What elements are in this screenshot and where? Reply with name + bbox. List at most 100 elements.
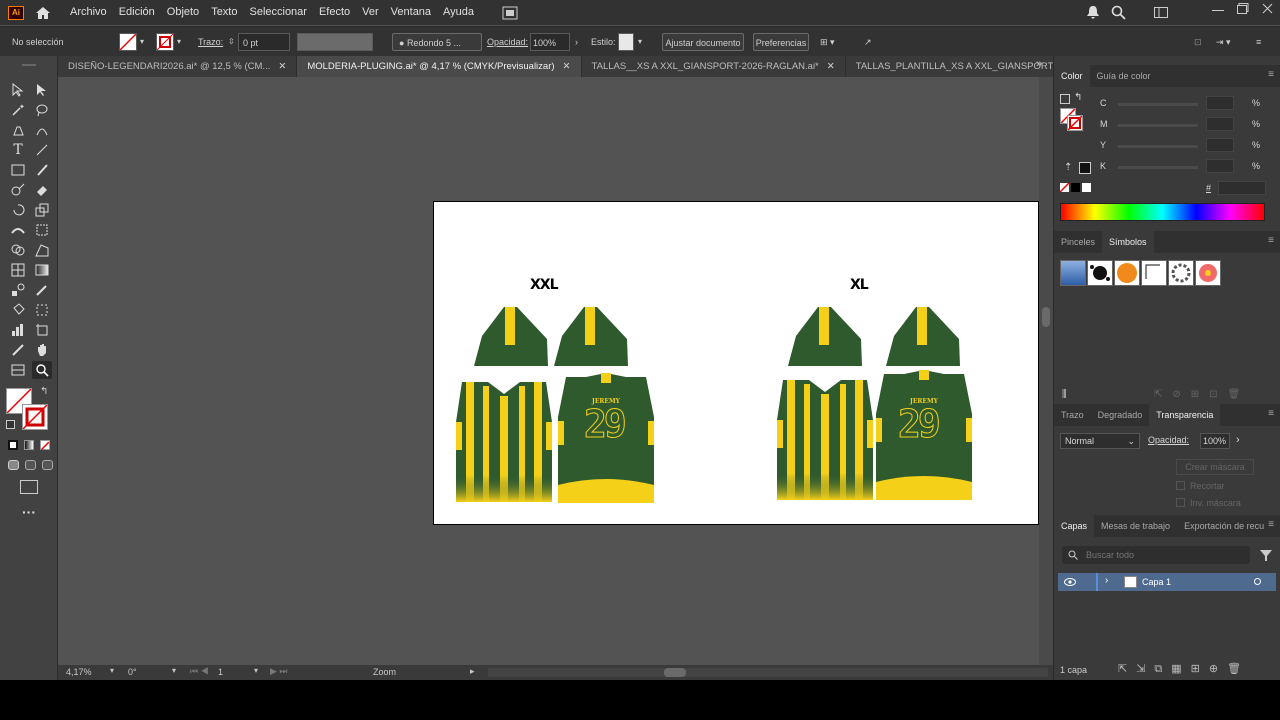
symbols-panel-menu-icon[interactable]: ≡ xyxy=(1268,235,1274,246)
artboard[interactable]: XXL XL JEREMY 29 JEREMY 29 xyxy=(433,201,1039,525)
symbol-blue-banner[interactable] xyxy=(1060,260,1086,286)
visibility-eye-icon[interactable] xyxy=(1064,578,1076,586)
draw-mode-icon[interactable] xyxy=(8,460,19,470)
symbol-flower[interactable] xyxy=(1195,260,1221,286)
status-menu-arrow-icon[interactable]: ▸ xyxy=(470,666,475,677)
menu-3[interactable]: Texto xyxy=(205,0,243,25)
magic-wand-icon[interactable]: ✦ xyxy=(8,101,28,119)
stroke-color-box[interactable] xyxy=(22,404,48,430)
selection-tool-icon[interactable] xyxy=(8,81,28,99)
channel-input-c[interactable] xyxy=(1206,96,1234,110)
first-artboard-icon[interactable]: ⏮ ◀ xyxy=(190,666,209,677)
scale-tool-icon[interactable] xyxy=(32,201,52,219)
vertical-scroll-thumb[interactable] xyxy=(1042,307,1050,327)
shaper-tool-icon[interactable] xyxy=(8,181,28,199)
menu-5[interactable]: Efecto xyxy=(313,0,356,25)
out-of-gamut-icon[interactable]: ⇡ xyxy=(1064,162,1072,173)
edit-toolbar-icon[interactable]: ··· xyxy=(22,504,36,520)
live-paint-bucket-icon[interactable] xyxy=(8,301,28,319)
menu-1[interactable]: Edición xyxy=(113,0,161,25)
gradient-mode-icon[interactable] xyxy=(24,440,34,450)
channel-slider-m[interactable] xyxy=(1118,124,1198,127)
zoom-chevron-icon[interactable]: ▾ xyxy=(110,666,114,675)
style-chevron-icon[interactable]: ▾ xyxy=(638,33,642,51)
eraser-tool-icon[interactable] xyxy=(32,181,52,199)
brush-dropdown[interactable]: ● Redondo 5 ... xyxy=(392,33,482,51)
menu-7[interactable]: Ventana xyxy=(385,0,437,25)
channel-slider-c[interactable] xyxy=(1118,103,1198,106)
layers-search[interactable] xyxy=(1062,546,1250,564)
channel-input-m[interactable] xyxy=(1206,117,1234,131)
panel-tab-1[interactable]: Símbolos xyxy=(1102,231,1154,253)
symbol-libraries-icon[interactable]: ⫼ xyxy=(1062,389,1067,400)
perspective-grid-tool-icon[interactable] xyxy=(32,241,52,259)
align-options-icon[interactable]: ⇥ ▾ xyxy=(1216,33,1231,51)
channel-slider-k[interactable] xyxy=(1118,166,1198,169)
color-panel-default-icon[interactable] xyxy=(1060,94,1070,104)
hex-input[interactable] xyxy=(1218,181,1266,195)
fill-dropdown-chevron-icon[interactable]: ▾ xyxy=(140,33,144,51)
layers-panel-menu-icon[interactable]: ≡ xyxy=(1268,519,1274,530)
clip-checkbox[interactable] xyxy=(1176,481,1185,490)
type-tool-icon[interactable]: T xyxy=(8,141,28,159)
panel-tab-1[interactable]: Guía de color xyxy=(1090,65,1158,87)
variable-width-profile[interactable] xyxy=(297,33,373,51)
print-tiling-icon[interactable] xyxy=(8,361,28,379)
close-tab-icon[interactable]: ✕ xyxy=(827,56,835,77)
color-mode-icon[interactable] xyxy=(8,440,18,450)
channel-input-k[interactable] xyxy=(1206,159,1234,173)
mesh-tool-icon[interactable] xyxy=(8,261,28,279)
menu-2[interactable]: Objeto xyxy=(161,0,205,25)
layer-actions-icons[interactable]: ⇱⇲⧉▦⊞⊕🗑 xyxy=(1118,662,1250,676)
curvature-tool-icon[interactable] xyxy=(32,121,52,139)
menu-0[interactable]: Archivo xyxy=(64,0,113,25)
panel-tab-2[interactable]: Exportación de recu xyxy=(1177,515,1271,537)
zoom-tool-icon[interactable] xyxy=(32,361,52,379)
adjust-document-button[interactable]: Ajustar documento xyxy=(662,33,744,51)
color-panel-stroke[interactable] xyxy=(1067,115,1083,131)
panel-tab-0[interactable]: Capas xyxy=(1054,515,1095,537)
draw-inside-icon[interactable] xyxy=(42,460,53,470)
stroke-stepper[interactable]: ⇳ xyxy=(228,33,235,51)
artboard-tool-icon[interactable] xyxy=(32,321,52,339)
workspace-icon[interactable] xyxy=(1154,7,1168,18)
direct-selection-tool-icon[interactable] xyxy=(32,81,52,99)
swap-colors-icon[interactable]: ↰ xyxy=(40,386,48,397)
panel-tab-1[interactable]: Mesas de trabajo xyxy=(1094,515,1177,537)
horizontal-scroll-thumb[interactable] xyxy=(664,668,686,677)
stroke-weight-input[interactable]: 0 pt xyxy=(238,33,290,51)
recolor-icon[interactable]: ↗ xyxy=(864,33,872,51)
next-artboard-icon[interactable]: ▶ ⏭ xyxy=(270,666,288,677)
minimize-icon[interactable] xyxy=(1212,10,1224,12)
toolbar-grip[interactable] xyxy=(22,64,36,66)
blend-mode-dropdown[interactable]: Normal ⌄ xyxy=(1060,433,1140,449)
control-menu-icon[interactable]: ≡ xyxy=(1256,33,1261,51)
free-transform-tool-icon[interactable] xyxy=(32,221,52,239)
lasso-tool-icon[interactable] xyxy=(32,101,52,119)
rotate-tool-icon[interactable] xyxy=(8,201,28,219)
tabs-overflow-icon[interactable]: » xyxy=(1036,58,1042,70)
rectangle-tool-icon[interactable] xyxy=(8,161,28,179)
color-spectrum[interactable] xyxy=(1060,203,1265,221)
layer-row[interactable]: › Capa 1 xyxy=(1058,573,1276,591)
style-swatch[interactable] xyxy=(618,33,634,51)
width-tool-icon[interactable] xyxy=(8,221,28,239)
default-colors-icon[interactable] xyxy=(6,420,15,429)
transform-icon[interactable]: ⊡ xyxy=(1194,33,1202,51)
layer-name[interactable]: Capa 1 xyxy=(1142,577,1171,587)
eyedropper-tool-icon[interactable] xyxy=(32,281,52,299)
transparency-panel-menu-icon[interactable]: ≡ xyxy=(1268,408,1274,419)
paintbrush-tool-icon[interactable] xyxy=(32,161,52,179)
restore-icon[interactable] xyxy=(1237,3,1249,14)
panel-tab-1[interactable]: Degradado xyxy=(1091,404,1150,426)
document-tab-0[interactable]: DISEÑO-LEGENDARI2026.ai* @ 12,5 % (CM...… xyxy=(58,56,298,77)
gradient-tool-icon[interactable] xyxy=(32,261,52,279)
symbol-ink-splat[interactable] xyxy=(1087,260,1113,286)
zoom-level[interactable]: 4,17% xyxy=(66,667,92,677)
document-tab-1[interactable]: MOLDERIA-PLUGING.ai* @ 4,17 % (CMYK/Prev… xyxy=(297,56,582,77)
draw-behind-icon[interactable] xyxy=(25,460,36,470)
graph-tool-icon[interactable] xyxy=(8,321,28,339)
bell-icon[interactable] xyxy=(1086,5,1100,20)
layer-target-icon[interactable] xyxy=(1254,578,1261,585)
filter-icon[interactable] xyxy=(1260,550,1272,561)
